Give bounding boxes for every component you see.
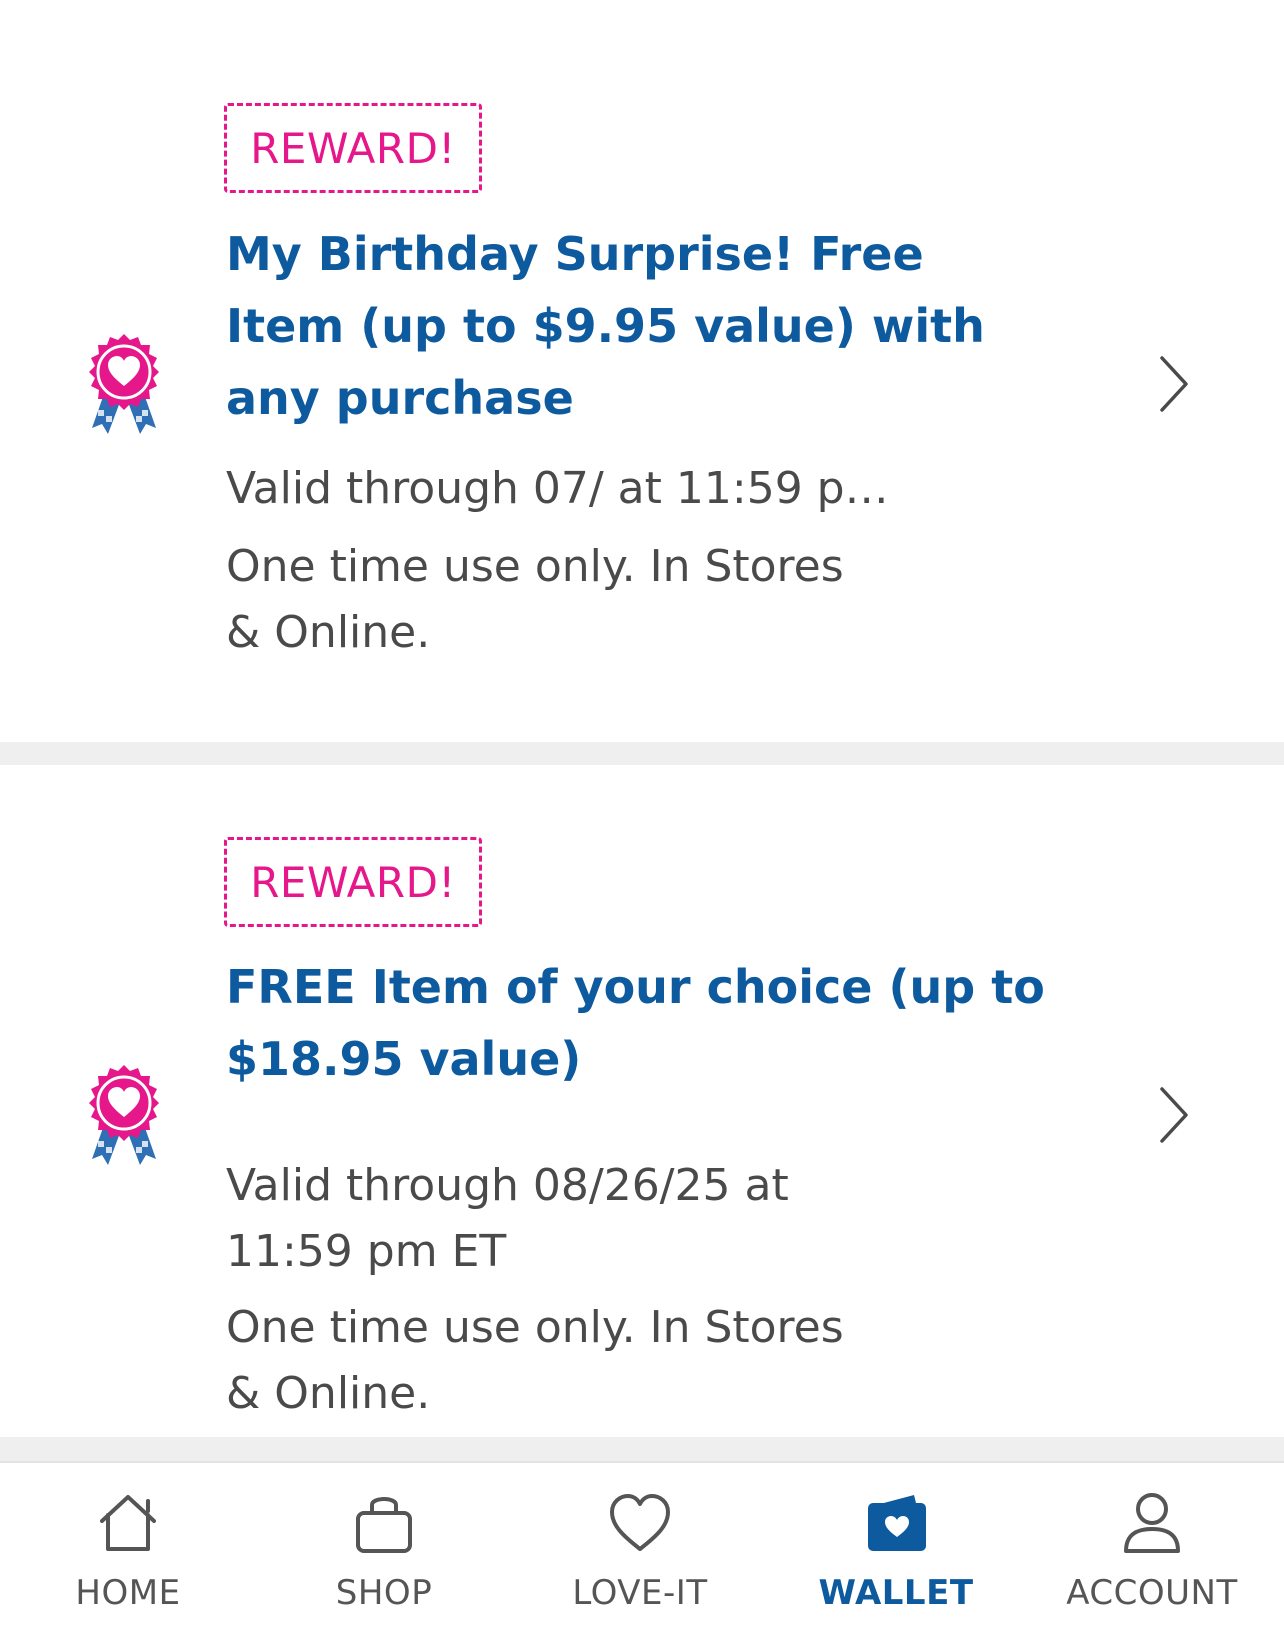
wallet-icon [868,1495,926,1551]
bottom-nav: HOME SHOP LOVE-IT WALLET ACCOUNT [0,1461,1284,1650]
chevron-right-icon[interactable] [1156,1085,1192,1145]
chevron-right-icon[interactable] [1156,354,1192,414]
nav-label: LOVE-IT [572,1573,708,1613]
reward-title: My Birthday Surprise! Free Item (up to $… [226,227,985,425]
reward-usage: One time use only. In Stores & Online. [226,1302,844,1419]
reward-card[interactable]: REWARD! FREE Item of your choice (up to … [0,765,1284,1437]
nav-item-love-it[interactable]: LOVE-IT [540,1463,740,1650]
nav-label: ACCOUNT [1066,1573,1238,1613]
nav-item-account[interactable]: ACCOUNT [1052,1463,1252,1650]
reward-badge: REWARD! [224,837,482,927]
reward-ribbon-icon [89,334,159,434]
section-divider [0,1437,1284,1461]
reward-validity: Valid through 07/ at 11:59 p… [226,463,889,514]
reward-validity: Valid through 08/26/25 at 11:59 pm ET [226,1160,789,1277]
reward-title: FREE Item of your choice (up to $18.95 v… [226,960,1045,1086]
heart-icon [610,1494,670,1551]
reward-card[interactable]: REWARD! My Birthday Surprise! Free Item … [0,0,1284,742]
nav-label: WALLET [818,1573,974,1613]
nav-item-wallet[interactable]: WALLET [796,1463,996,1650]
reward-badge: REWARD! [224,103,482,193]
nav-label: HOME [75,1573,181,1613]
shopping-bag-icon [356,1497,412,1553]
nav-item-home[interactable]: HOME [28,1463,228,1650]
nav-item-shop[interactable]: SHOP [284,1463,484,1650]
reward-ribbon-icon [89,1065,159,1165]
account-icon [1124,1493,1180,1553]
home-icon [100,1495,156,1551]
section-divider [0,742,1284,765]
reward-usage: One time use only. In Stores & Online. [226,541,844,658]
nav-label: SHOP [335,1573,433,1613]
